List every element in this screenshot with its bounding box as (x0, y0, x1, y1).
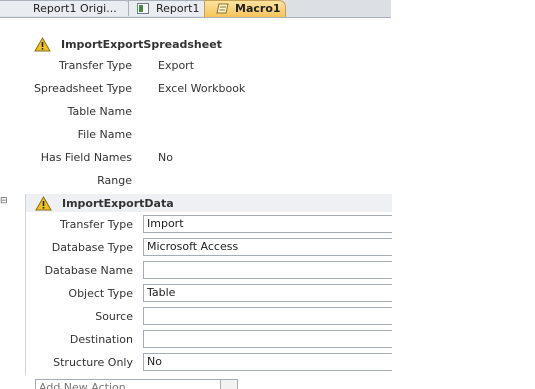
arg-value-transfer-type[interactable]: Export (158, 59, 194, 72)
add-new-action-placeholder: Add New Action (39, 381, 126, 389)
arg-label-spreadsheet-type: Spreadsheet Type (33, 82, 132, 95)
arg-value-has-field-names[interactable]: No (158, 151, 173, 164)
tab-label: Report1 Origi... (33, 2, 117, 15)
warning-icon (34, 37, 51, 52)
collapse-toggle-icon[interactable]: ⊟ (0, 196, 8, 206)
macro-action-importexportdata[interactable]: ImportExportData Transfer Type Import Da… (25, 194, 392, 375)
tab-report1[interactable]: Report1 (128, 0, 210, 16)
arg-label-has-field-names: Has Field Names (40, 151, 132, 164)
tab-macro1[interactable]: Macro1 (204, 0, 286, 17)
arg-label-transfer-type: Transfer Type (60, 218, 133, 231)
action-name: ImportExportSpreadsheet (61, 38, 222, 51)
database-type-field[interactable]: Microsoft Access (143, 238, 392, 256)
structure-only-field[interactable]: No (143, 353, 392, 371)
arg-label-source: Source (95, 310, 133, 323)
arg-label-table-name: Table Name (67, 105, 132, 118)
arg-label-file-name: File Name (77, 128, 132, 141)
macro-designer: Report1 Origi... Report1 Macro1 ImportEx… (0, 0, 535, 389)
tab-report1-original[interactable]: Report1 Origi... (0, 0, 132, 16)
warning-icon (35, 196, 52, 211)
report-icon (137, 3, 149, 14)
arg-label-range: Range (97, 174, 132, 187)
arg-label-structure-only: Structure Only (53, 356, 133, 369)
arg-label-object-type: Object Type (68, 287, 133, 300)
action-name: ImportExportData (62, 197, 174, 210)
source-field[interactable] (143, 307, 392, 325)
transfer-type-field[interactable]: Import (143, 215, 392, 233)
arg-label-destination: Destination (69, 333, 133, 346)
object-type-field[interactable]: Table (143, 284, 392, 302)
tab-label: Report1 (156, 2, 200, 15)
arg-label-transfer-type: Transfer Type (59, 59, 132, 72)
document-tab-strip: Report1 Origi... Report1 Macro1 (0, 0, 391, 18)
macro-action-importexportspreadsheet[interactable]: ImportExportSpreadsheet Transfer Type Ex… (25, 34, 391, 192)
destination-field[interactable] (143, 330, 392, 348)
database-name-field[interactable] (143, 261, 392, 279)
action-header[interactable]: ImportExportData (26, 194, 392, 212)
dropdown-arrow-icon[interactable] (220, 380, 237, 389)
arg-label-database-name: Database Name (44, 264, 133, 277)
macro-icon (216, 3, 229, 14)
arg-value-spreadsheet-type[interactable]: Excel Workbook (158, 82, 245, 95)
action-header[interactable]: ImportExportSpreadsheet (25, 35, 391, 53)
tab-label: Macro1 (235, 2, 281, 15)
add-new-action-combo[interactable]: Add New Action (35, 379, 238, 389)
arg-label-database-type: Database Type (51, 241, 133, 254)
